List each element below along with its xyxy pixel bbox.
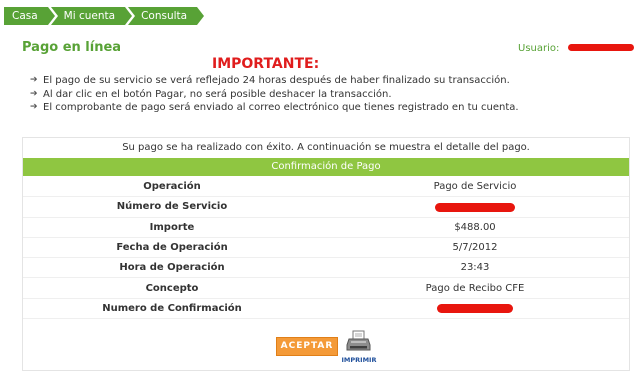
- payment-panel: Su pago se ha realizado con éxito. A con…: [22, 137, 630, 371]
- note-item: ➔ El comprobante de pago será enviado al…: [30, 101, 519, 115]
- breadcrumb-mi-cuenta[interactable]: Mi cuenta: [50, 7, 133, 25]
- breadcrumb-consulta[interactable]: Consulta: [128, 7, 205, 25]
- detail-label: Numero de Confirmación: [102, 302, 242, 314]
- table-row: Numero de Confirmación: [23, 299, 629, 320]
- note-item: ➔ Al dar clic en el botón Pagar, no será…: [30, 88, 519, 102]
- note-text: El comprobante de pago será enviado al c…: [43, 102, 519, 113]
- details-table: Operación Pago de Servicio Número de Ser…: [23, 177, 629, 320]
- user-label: Usuario:: [518, 43, 560, 54]
- confirmation-number-redaction: [437, 304, 513, 314]
- important-notes: ➔ El pago de su servicio se verá refleja…: [30, 74, 519, 115]
- detail-value: 5/7/2012: [452, 242, 498, 254]
- confirmation-header: Confirmación de Pago: [23, 158, 629, 176]
- detail-label: Número de Servicio: [116, 201, 228, 213]
- arrow-right-icon: ➔: [30, 88, 38, 99]
- success-message: Su pago se ha realizado con éxito. A con…: [122, 142, 530, 153]
- username-redaction: [568, 44, 634, 51]
- table-row: Operación Pago de Servicio: [23, 177, 629, 198]
- print-button[interactable]: IMPRIMIR: [341, 330, 377, 364]
- detail-label: Importe: [149, 221, 195, 233]
- detail-label: Operación: [143, 181, 201, 193]
- service-number-redaction: [435, 202, 515, 212]
- detail-value: 23:43: [460, 262, 490, 274]
- detail-value: Pago de Recibo CFE: [425, 282, 525, 294]
- arrow-right-icon: ➔: [30, 75, 38, 85]
- important-heading: IMPORTANTE:: [212, 56, 320, 72]
- table-row: Número de Servicio: [23, 197, 629, 218]
- note-item: ➔ El pago de su servicio se verá refleja…: [30, 74, 519, 88]
- page-title: Pago en línea: [22, 40, 122, 55]
- detail-label: Fecha de Operación: [116, 242, 228, 254]
- table-row: Concepto Pago de Recibo CFE: [23, 278, 629, 299]
- detail-value: Pago de Servicio: [433, 181, 517, 193]
- table-row: Importe $488.00: [23, 218, 629, 238]
- note-text: Al dar clic en el botón Pagar, no será p…: [43, 88, 392, 100]
- detail-value: $488.00: [454, 221, 496, 233]
- note-text: El pago de su servicio se verá reflejado…: [43, 75, 510, 86]
- print-label: IMPRIMIR: [341, 356, 377, 364]
- breadcrumb-casa[interactable]: Casa: [4, 7, 55, 25]
- accept-button[interactable]: ACEPTAR: [276, 337, 338, 356]
- table-row: Fecha de Operación 5/7/2012: [23, 238, 629, 259]
- printer-icon: [346, 330, 371, 351]
- table-row: Hora de Operación 23:43: [23, 258, 629, 279]
- detail-label: Concepto: [145, 282, 199, 294]
- arrow-right-icon: ➔: [30, 102, 38, 112]
- breadcrumb: Casa Mi cuenta Consulta: [4, 7, 205, 25]
- detail-label: Hora de Operación: [119, 262, 225, 274]
